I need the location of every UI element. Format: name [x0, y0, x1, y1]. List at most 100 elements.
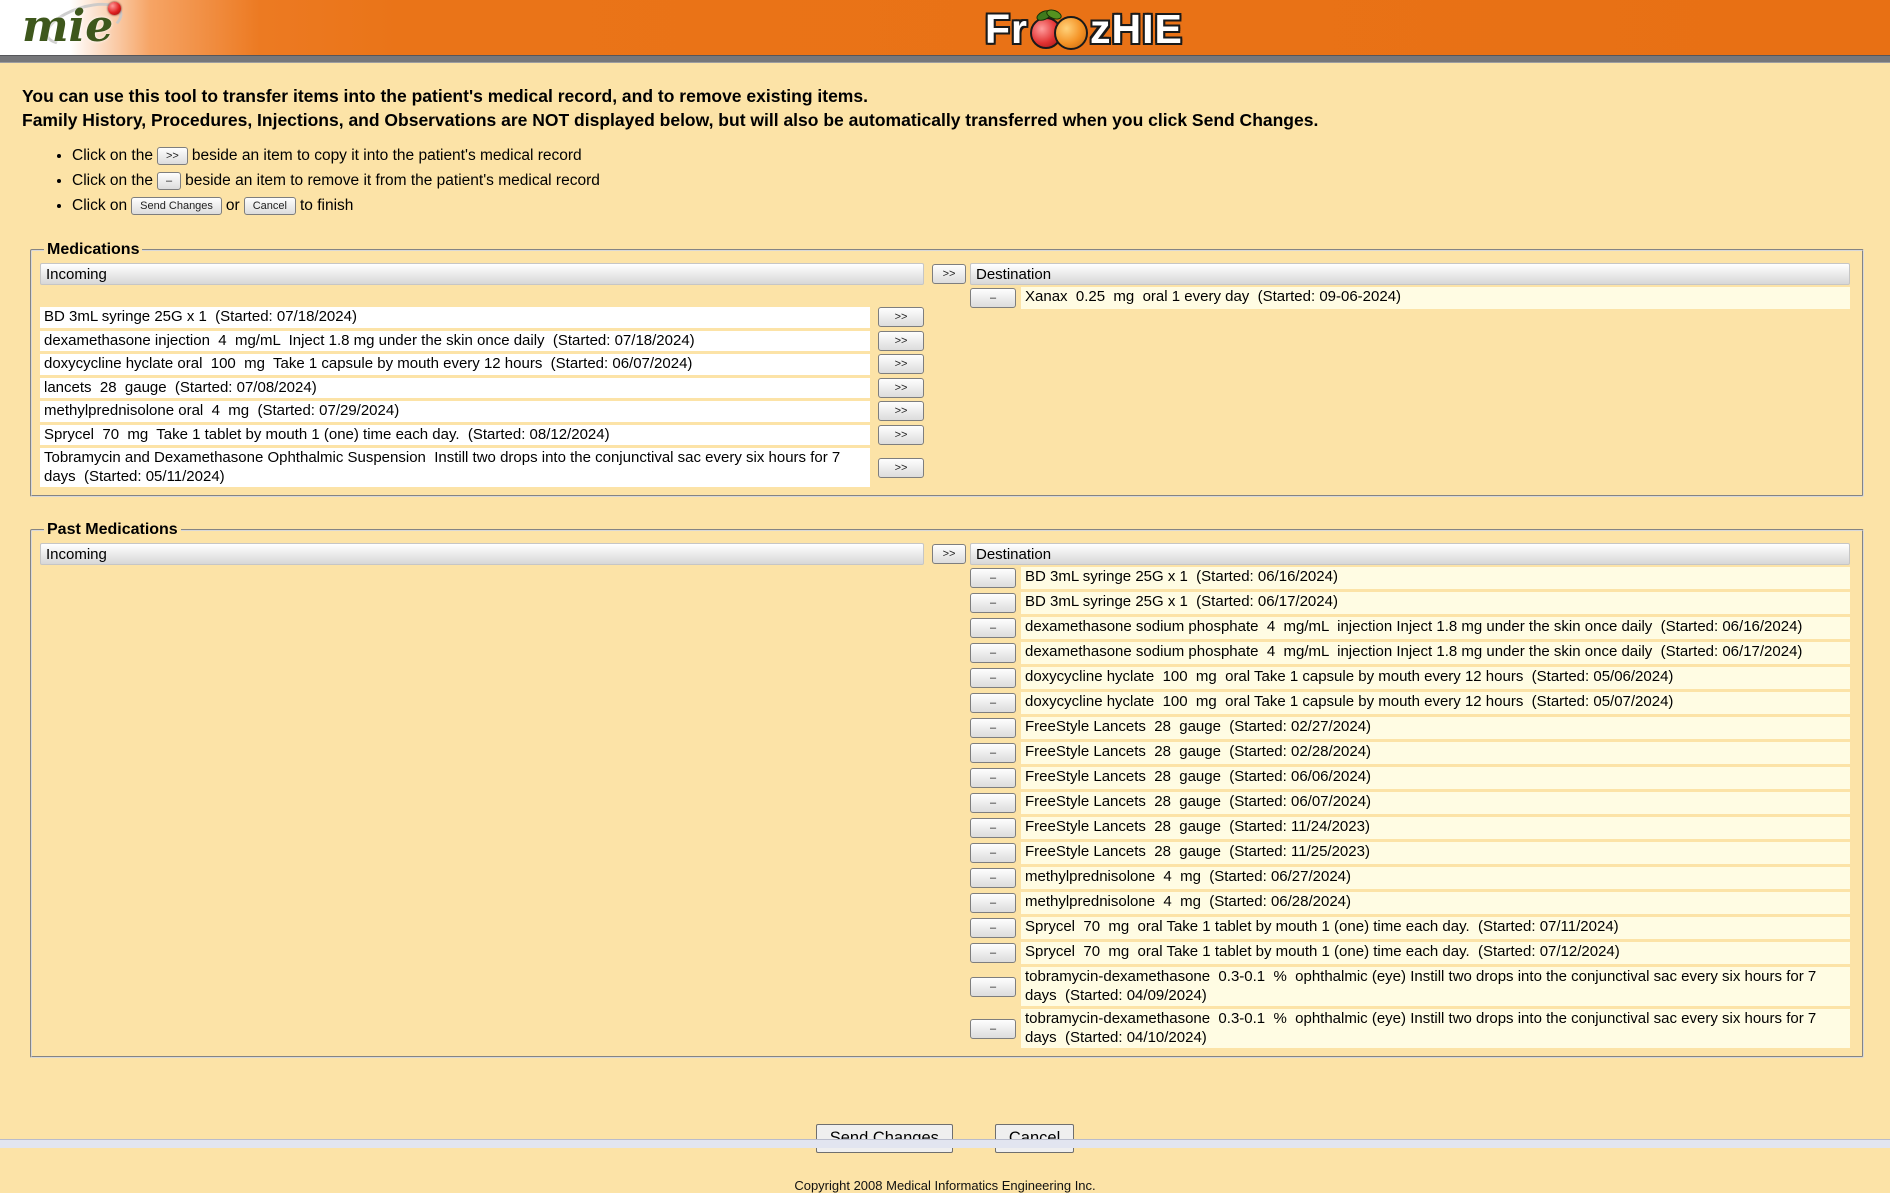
- bottom-scrollbar[interactable]: [0, 1139, 1890, 1148]
- medication-text: FreeStyle Lancets 28 gauge (Started: 11/…: [1021, 817, 1850, 839]
- instruction-text: Click on the: [72, 147, 153, 164]
- destination-medication-row: – FreeStyle Lancets 28 gauge (Started: 1…: [970, 842, 1850, 864]
- medication-text: Sprycel 70 mg oral Take 1 tablet by mout…: [1021, 917, 1850, 939]
- destination-medication-row: – doxycycline hyclate 100 mg oral Take 1…: [970, 667, 1850, 689]
- incoming-label: Incoming: [46, 546, 107, 563]
- destination-column-header: Destination: [970, 543, 1850, 565]
- remove-item-button[interactable]: –: [970, 618, 1016, 638]
- medication-text: doxycycline hyclate 100 mg oral Take 1 c…: [1021, 667, 1850, 689]
- cancel-button-example[interactable]: Cancel: [244, 197, 296, 215]
- instruction-copy: Click on the>>beside an item to copy it …: [72, 145, 1890, 167]
- remove-item-button[interactable]: –: [970, 768, 1016, 788]
- copy-all-button[interactable]: >>: [932, 544, 966, 564]
- medication-text: methylprednisolone 4 mg (Started: 06/27/…: [1021, 867, 1850, 889]
- destination-list: – Xanax 0.25 mg oral 1 every day (Starte…: [970, 287, 1850, 309]
- incoming-list: BD 3mL syringe 25G x 1 (Started: 07/18/2…: [40, 307, 924, 487]
- mie-logo-text: mie: [22, 2, 113, 52]
- medication-text: tobramycin-dexamethasone 0.3-0.1 % ophth…: [1021, 967, 1850, 1006]
- medication-text: Xanax 0.25 mg oral 1 every day (Started:…: [1021, 287, 1850, 309]
- copy-item-button[interactable]: >>: [878, 331, 924, 351]
- destination-medication-row: – tobramycin-dexamethasone 0.3-0.1 % oph…: [970, 967, 1850, 1006]
- froozhie-logo: Fr zHIE: [985, 5, 1183, 53]
- remove-item-button[interactable]: –: [970, 568, 1016, 588]
- orange-icon: [1054, 16, 1088, 50]
- instruction-text: beside an item to remove it from the pat…: [185, 172, 600, 189]
- remove-item-button[interactable]: –: [970, 977, 1016, 997]
- medication-text: lancets 28 gauge (Started: 07/08/2024): [40, 378, 870, 399]
- section-columns: – BD 3mL syringe 25G x 1 (Started: 06/16…: [40, 567, 1850, 1048]
- remove-item-button-example[interactable]: –: [157, 172, 181, 190]
- medication-text: FreeStyle Lancets 28 gauge (Started: 02/…: [1021, 717, 1850, 739]
- intro-line-2: Family History, Procedures, Injections, …: [22, 108, 1890, 132]
- medication-text: BD 3mL syringe 25G x 1 (Started: 06/17/2…: [1021, 592, 1850, 614]
- remove-item-button[interactable]: –: [970, 668, 1016, 688]
- medication-text: FreeStyle Lancets 28 gauge (Started: 06/…: [1021, 767, 1850, 789]
- medication-text: Tobramycin and Dexamethasone Ophthalmic …: [40, 448, 870, 487]
- medication-text: Sprycel 70 mg oral Take 1 tablet by mout…: [1021, 942, 1850, 964]
- destination-medication-row: – Sprycel 70 mg oral Take 1 tablet by mo…: [970, 917, 1850, 939]
- incoming-column-header: Incoming: [40, 543, 924, 565]
- medication-text: BD 3mL syringe 25G x 1 (Started: 06/16/2…: [1021, 567, 1850, 589]
- medication-text: methylprednisolone oral 4 mg (Started: 0…: [40, 401, 870, 422]
- remove-item-button[interactable]: –: [970, 843, 1016, 863]
- remove-item-button[interactable]: –: [970, 743, 1016, 763]
- remove-item-button[interactable]: –: [970, 818, 1016, 838]
- instruction-text: or: [226, 197, 240, 214]
- destination-medication-row: – FreeStyle Lancets 28 gauge (Started: 0…: [970, 717, 1850, 739]
- remove-item-button[interactable]: –: [970, 1019, 1016, 1039]
- medication-text: dexamethasone sodium phosphate 4 mg/mL i…: [1021, 617, 1850, 639]
- destination-column-header: Destination: [970, 263, 1850, 285]
- destination-list: – BD 3mL syringe 25G x 1 (Started: 06/16…: [970, 567, 1850, 1048]
- destination-medication-row: – tobramycin-dexamethasone 0.3-0.1 % oph…: [970, 1009, 1850, 1048]
- medication-text: doxycycline hyclate oral 100 mg Take 1 c…: [40, 354, 870, 375]
- section-title: Past Medications: [44, 521, 181, 539]
- remove-item-button[interactable]: –: [970, 593, 1016, 613]
- incoming-column-header: Incoming: [40, 263, 924, 285]
- section-title: Medications: [44, 241, 142, 259]
- incoming-medication-row: lancets 28 gauge (Started: 07/08/2024) >…: [40, 378, 924, 399]
- destination-medication-row: – Sprycel 70 mg oral Take 1 tablet by mo…: [970, 942, 1850, 964]
- send-changes-button-example[interactable]: Send Changes: [131, 197, 222, 215]
- instruction-remove: Click on the–beside an item to remove it…: [72, 170, 1890, 192]
- destination-medication-row: – FreeStyle Lancets 28 gauge (Started: 0…: [970, 767, 1850, 789]
- copy-item-button[interactable]: >>: [878, 401, 924, 421]
- remove-item-button[interactable]: –: [970, 943, 1016, 963]
- copy-all-button[interactable]: >>: [932, 264, 966, 284]
- instruction-text: beside an item to copy it into the patie…: [192, 147, 582, 164]
- remove-item-button[interactable]: –: [970, 793, 1016, 813]
- remove-item-button[interactable]: –: [970, 693, 1016, 713]
- copyright-text: Copyright 2008 Medical Informatics Engin…: [0, 1178, 1890, 1193]
- incoming-medication-row: BD 3mL syringe 25G x 1 (Started: 07/18/2…: [40, 307, 924, 328]
- remove-item-button[interactable]: –: [970, 718, 1016, 738]
- medication-text: FreeStyle Lancets 28 gauge (Started: 06/…: [1021, 792, 1850, 814]
- remove-item-button[interactable]: –: [970, 288, 1016, 308]
- remove-item-button[interactable]: –: [970, 868, 1016, 888]
- instruction-list: Click on the>>beside an item to copy it …: [0, 145, 1890, 217]
- remove-item-button[interactable]: –: [970, 643, 1016, 663]
- section-fieldset: Past Medications Incoming >> Destination…: [30, 521, 1864, 1058]
- incoming-label: Incoming: [46, 266, 107, 283]
- instruction-text: to finish: [300, 197, 353, 214]
- destination-medication-row: – BD 3mL syringe 25G x 1 (Started: 06/16…: [970, 567, 1850, 589]
- instruction-finish: Click onSend ChangesorCancelto finish: [72, 195, 1890, 217]
- medication-text: BD 3mL syringe 25G x 1 (Started: 07/18/2…: [40, 307, 870, 328]
- copy-item-button[interactable]: >>: [878, 458, 924, 478]
- header-divider: [0, 55, 1890, 63]
- froozhie-logo-text-right: zHIE: [1090, 6, 1183, 53]
- remove-item-button[interactable]: –: [970, 893, 1016, 913]
- destination-medication-row: – FreeStyle Lancets 28 gauge (Started: 1…: [970, 817, 1850, 839]
- medication-text: tobramycin-dexamethasone 0.3-0.1 % ophth…: [1021, 1009, 1850, 1048]
- copy-item-button-example[interactable]: >>: [157, 147, 188, 165]
- copy-item-button[interactable]: >>: [878, 307, 924, 327]
- destination-medication-row: – methylprednisolone 4 mg (Started: 06/2…: [970, 892, 1850, 914]
- destination-medication-row: – Xanax 0.25 mg oral 1 every day (Starte…: [970, 287, 1850, 309]
- copy-item-button[interactable]: >>: [878, 354, 924, 374]
- sections-container: Medications Incoming >> Destination BD 3…: [0, 241, 1890, 1058]
- copy-item-button[interactable]: >>: [878, 378, 924, 398]
- medication-text: FreeStyle Lancets 28 gauge (Started: 02/…: [1021, 742, 1850, 764]
- medication-text: doxycycline hyclate 100 mg oral Take 1 c…: [1021, 692, 1850, 714]
- copy-item-button[interactable]: >>: [878, 425, 924, 445]
- app-header: mie Fr zHIE: [0, 0, 1890, 55]
- remove-item-button[interactable]: –: [970, 918, 1016, 938]
- medication-text: dexamethasone injection 4 mg/mL Inject 1…: [40, 331, 870, 352]
